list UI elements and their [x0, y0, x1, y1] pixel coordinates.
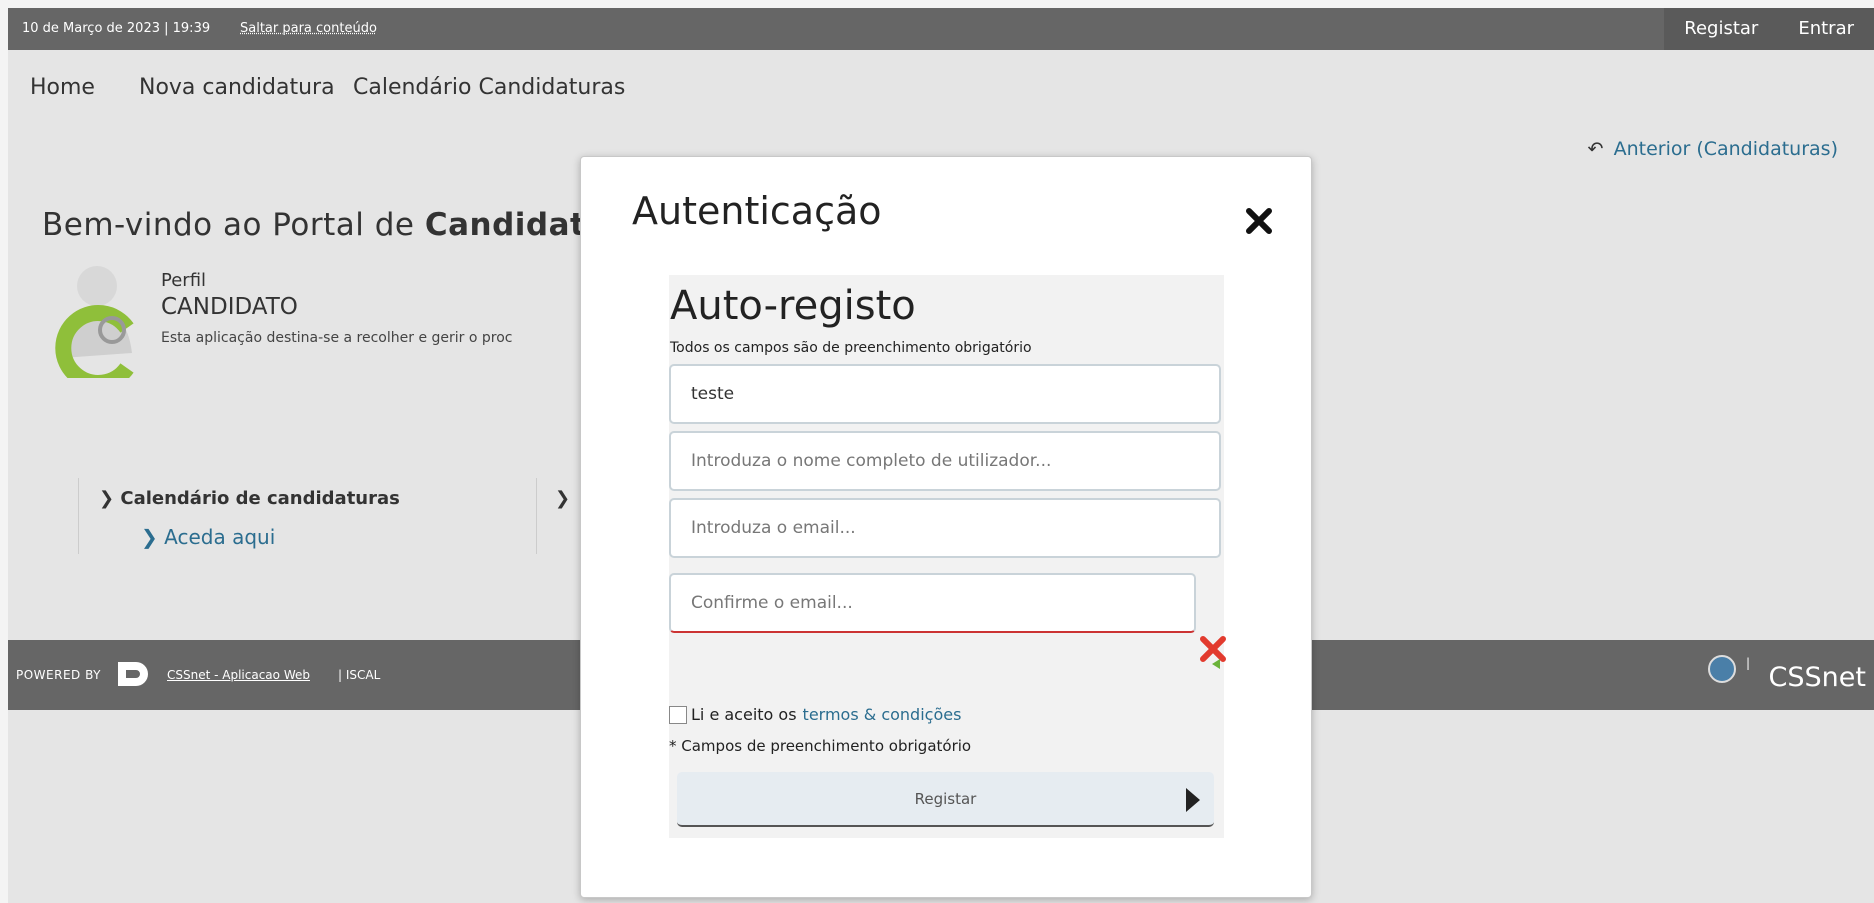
- terms-checkbox[interactable]: [669, 705, 687, 724]
- auth-links: Registar Entrar: [1664, 8, 1874, 50]
- error-icon: [1200, 636, 1226, 669]
- back-arrow-icon: ↶: [1587, 138, 1604, 160]
- terms-link[interactable]: termos & condições: [803, 705, 962, 724]
- close-icon[interactable]: [1243, 205, 1275, 237]
- access-here-link[interactable]: ❯ Aceda aqui: [141, 525, 275, 549]
- top-bar: 10 de Março de 2023 | 19:39 Saltar para …: [8, 8, 1874, 50]
- secondary-links: ❯: [536, 478, 570, 554]
- profile-label: Perfil: [161, 270, 207, 291]
- terms-row: Li e aceito os termos & condições: [669, 705, 961, 724]
- cssnet-app-link[interactable]: CSSnet - Aplicacao Web: [167, 668, 310, 682]
- fullname-input[interactable]: [669, 431, 1221, 491]
- divider: |: [1745, 656, 1750, 670]
- arrow-right-icon: [1186, 788, 1200, 812]
- username-input[interactable]: [669, 364, 1221, 424]
- primavera-logo-icon: [118, 662, 148, 686]
- nav-item-calendario[interactable]: Calendário Candidaturas: [353, 75, 625, 100]
- nav-item-home[interactable]: Home: [30, 75, 95, 100]
- candidate-logo-icon: [55, 266, 134, 378]
- cssnet-brand: CSSnet: [1768, 662, 1866, 693]
- form-note: Todos os campos são de preenchimento obr…: [670, 340, 1032, 356]
- globe-icon: [1708, 655, 1736, 683]
- register-button-label: Registar: [914, 790, 977, 808]
- auth-modal: Autenticação Auto-registo Todos os campo…: [580, 156, 1312, 898]
- powered-by-text: Powered by: [16, 668, 102, 682]
- back-link-label: Anterior (Candidaturas): [1613, 138, 1838, 160]
- profile-description: Esta aplicação destina-se a recolher e g…: [161, 330, 513, 346]
- page-frame: 10 de Março de 2023 | 19:39 Saltar para …: [8, 8, 1874, 903]
- self-registration-form: Auto-registo Todos os campos são de pree…: [669, 275, 1226, 838]
- welcome-prefix: Bem-vindo ao Portal de: [42, 207, 425, 243]
- login-link[interactable]: Entrar: [1778, 8, 1874, 50]
- required-note: * Campos de preenchimento obrigatório: [669, 737, 972, 755]
- calendar-link-label: Calendário de candidaturas: [120, 488, 400, 509]
- register-link[interactable]: Registar: [1664, 8, 1778, 50]
- nav-item-nova-candidatura[interactable]: Nova candidatura: [139, 75, 335, 100]
- welcome-heading: Bem-vindo ao Portal de Candidatur: [42, 207, 624, 243]
- back-link[interactable]: ↶ Anterior (Candidaturas): [1588, 138, 1838, 160]
- register-button[interactable]: Registar: [677, 772, 1214, 827]
- form-title: Auto-registo: [670, 283, 916, 329]
- org-label: | ISCAL: [338, 668, 381, 682]
- access-here-label: Aceda aqui: [164, 525, 276, 549]
- terms-prefix: Li e aceito os: [691, 705, 797, 724]
- skip-to-content-link[interactable]: Saltar para conteúdo: [240, 21, 377, 36]
- calendar-links: ❯ Calendário de candidaturas ❯ Aceda aqu…: [78, 478, 400, 554]
- chevron-right-icon: ❯: [555, 488, 571, 509]
- calendar-link-title[interactable]: ❯ Calendário de candidaturas: [99, 488, 400, 509]
- email-input[interactable]: [669, 498, 1221, 558]
- main-nav: Home Nova candidatura Calendário Candida…: [8, 50, 1874, 122]
- modal-title: Autenticação: [632, 189, 882, 233]
- confirm-email-input[interactable]: [669, 573, 1196, 633]
- profile-value: CANDIDATO: [161, 294, 298, 320]
- date-time: 10 de Março de 2023 | 19:39: [22, 21, 211, 36]
